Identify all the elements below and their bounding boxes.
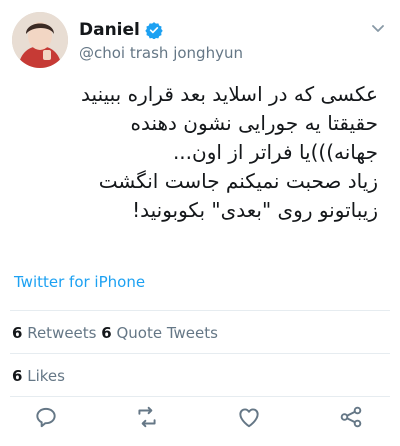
tweet-header: Daniel @choi trash jonghyun (0, 0, 400, 80)
tweet-line: زیباتونو روی "بعدی" بکوبونید! (132, 198, 378, 222)
retweet-stats: 6 Retweets 6 Quote Tweets (12, 324, 218, 342)
quote-tweets-link[interactable]: 6 Quote Tweets (101, 324, 218, 342)
heart-icon[interactable] (236, 404, 262, 430)
name-row: Daniel (79, 19, 163, 41)
retweets-label: Retweets (22, 324, 102, 342)
chevron-down-icon[interactable] (368, 18, 388, 38)
avatar-image (12, 12, 68, 68)
likes-stats[interactable]: 6 Likes (12, 367, 65, 385)
likes-label: Likes (22, 367, 65, 385)
divider (10, 310, 390, 311)
divider (10, 353, 390, 354)
tweet-line: جهانه)))یا فراتر از اون... (172, 140, 378, 164)
retweets-link[interactable]: 6 Retweets (12, 324, 101, 342)
tweet-line: زیاد صحبت نمیکنم جاست انگشت (98, 169, 378, 193)
likes-count: 6 (12, 367, 23, 385)
retweets-count: 6 (12, 324, 23, 342)
retweet-icon[interactable] (134, 404, 160, 430)
handle[interactable]: @choi trash jonghyun (79, 44, 243, 62)
reply-icon[interactable] (33, 404, 59, 430)
tweet-text: عکسی که در اسلاید بعد قراره ببینید حقیقت… (10, 80, 378, 225)
share-icon[interactable] (338, 404, 364, 430)
verified-badge-icon (145, 21, 163, 40)
tweet-line: عکسی که در اسلاید بعد قراره ببینید (81, 82, 378, 106)
quote-tweets-label: Quote Tweets (111, 324, 218, 342)
quote-tweets-count: 6 (101, 324, 112, 342)
action-bar (0, 396, 400, 440)
tweet-line: حقیقتا یه جورایی نشون دهنده (130, 111, 378, 135)
tweet-source-link[interactable]: Twitter for iPhone (14, 273, 145, 291)
display-name[interactable]: Daniel (79, 20, 140, 40)
avatar[interactable] (12, 12, 68, 68)
